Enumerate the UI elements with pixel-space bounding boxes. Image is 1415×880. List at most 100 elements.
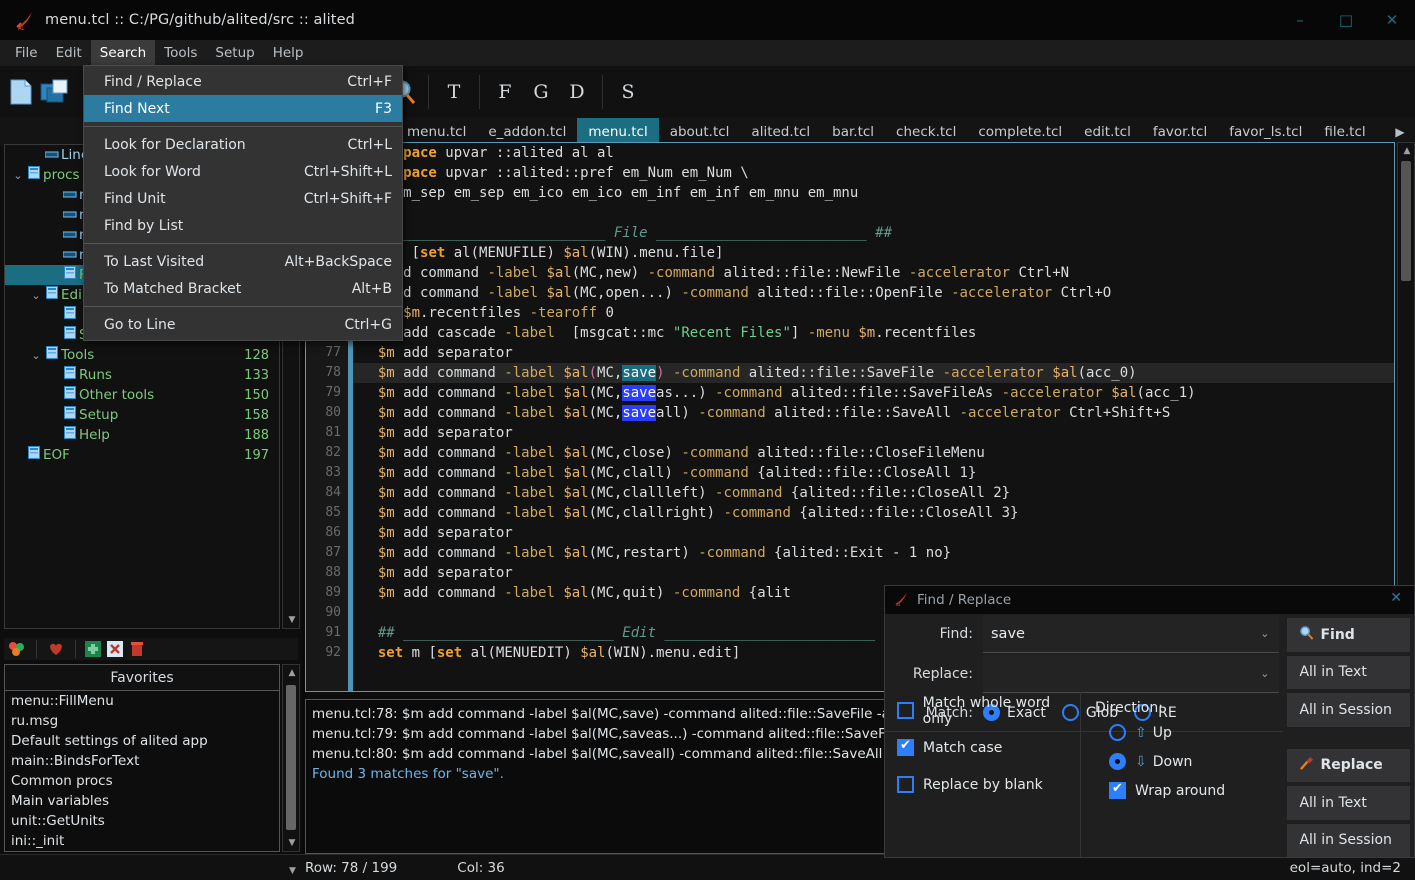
favorite-item[interactable]: Common procs: [5, 771, 279, 791]
tree-row[interactable]: ⌄Tools128: [5, 345, 279, 365]
favorite-item[interactable]: unit::GetUnits: [5, 811, 279, 831]
maximize-button[interactable]: □: [1323, 0, 1369, 40]
code-line[interactable]: [353, 203, 1394, 223]
favorite-item[interactable]: Default settings of alited app: [5, 731, 279, 751]
tree-row[interactable]: Other tools150: [5, 385, 279, 405]
code-line[interactable]: menu $m.recentfiles -tearoff 0: [353, 303, 1394, 323]
direction-radio[interactable]: [1109, 724, 1126, 741]
direction-radio[interactable]: [1109, 753, 1126, 770]
code-line[interactable]: $m add command -label $al(MC,saveall) -c…: [353, 403, 1394, 423]
code-line[interactable]: $m add separator: [353, 343, 1394, 363]
code-line[interactable]: namespace upvar ::alited::pref em_Num em…: [353, 163, 1394, 183]
toolbar-letter-f[interactable]: F: [487, 81, 523, 103]
favorites-scrollbar[interactable]: ▲ ▼: [282, 664, 300, 852]
menu-item[interactable]: Go to LineCtrl+G: [84, 311, 402, 338]
menu-item[interactable]: Find / ReplaceCtrl+F: [84, 68, 402, 95]
code-line[interactable]: $m add separator: [353, 523, 1394, 543]
replace-input[interactable]: ⌄: [983, 655, 1279, 693]
find-dialog-button[interactable]: All in Session: [1287, 824, 1410, 858]
wrap-around-checkbox[interactable]: [1109, 782, 1126, 799]
wrap-around-row[interactable]: Wrap around: [1095, 776, 1283, 805]
delete-icon[interactable]: [104, 639, 126, 659]
favorites-scroll-up-icon[interactable]: ▲: [283, 665, 301, 681]
favorite-item[interactable]: ru.msg: [5, 711, 279, 731]
chevron-down-icon[interactable]: ⌄: [29, 289, 43, 302]
menu-item[interactable]: Find by List: [84, 212, 402, 239]
add-icon[interactable]: [82, 639, 104, 659]
direction-option-row[interactable]: ⇩Down: [1095, 747, 1283, 776]
favorite-item[interactable]: menu::FillMenu: [5, 691, 279, 711]
code-line[interactable]: $m add command -label $al(MC,clallleft) …: [353, 483, 1394, 503]
tree-row[interactable]: Runs133: [5, 365, 279, 385]
favorites-scroll-thumb[interactable]: [286, 685, 296, 830]
find-option-checkbox[interactable]: [897, 776, 914, 793]
code-line[interactable]: namespace upvar ::alited al al: [353, 143, 1394, 163]
favorite-item[interactable]: main::BindsForText: [5, 751, 279, 771]
code-line[interactable]: $m add command -label $al(MC,close) -com…: [353, 443, 1394, 463]
code-line[interactable]: $m add command -label $al(MC,clall) -com…: [353, 463, 1394, 483]
menu-edit[interactable]: Edit: [47, 40, 91, 66]
code-line[interactable]: $m add cascade -label [msgcat::mc "Recen…: [353, 323, 1394, 343]
search-dropdown-menu[interactable]: Find / ReplaceCtrl+FFind NextF3Look for …: [83, 65, 403, 341]
code-line[interactable]: set m [set al(MENUFILE) $al(WIN).menu.fi…: [353, 243, 1394, 263]
code-line[interactable]: $m add command -label $al(MC,saveas...) …: [353, 383, 1394, 403]
menu-item[interactable]: To Last VisitedAlt+BackSpace: [84, 248, 402, 275]
find-dialog-button[interactable]: All in Session: [1287, 693, 1410, 727]
code-line[interactable]: $m add command -label $al(MC,open...) -c…: [353, 283, 1394, 303]
toolbar-letter-s[interactable]: S: [610, 81, 646, 103]
menu-item[interactable]: To Matched BracketAlt+B: [84, 275, 402, 302]
code-line[interactable]: em_sep em_sep em_ico em_ico em_inf em_in…: [353, 183, 1394, 203]
find-dialog-button[interactable]: All in Text: [1287, 656, 1410, 690]
menu-item[interactable]: Find UnitCtrl+Shift+F: [84, 185, 402, 212]
menu-help[interactable]: Help: [264, 40, 313, 66]
code-line[interactable]: # _________________________ File _______…: [353, 223, 1394, 243]
tree-row[interactable]: Help188: [5, 425, 279, 445]
code-line[interactable]: $m add command -label $al(MC,save) -comm…: [353, 363, 1394, 383]
favorites-panel[interactable]: Favorites menu::FillMenuru.msgDefault se…: [4, 664, 280, 852]
clone-file-icon[interactable]: [38, 72, 72, 112]
clear-all-icon[interactable]: [126, 639, 148, 659]
find-dialog-button[interactable]: All in Text: [1287, 786, 1410, 820]
menu-search[interactable]: Search: [91, 40, 155, 66]
new-file-icon[interactable]: [4, 72, 38, 112]
toolbar-letter-d[interactable]: D: [559, 81, 595, 103]
minimize-button[interactable]: –: [1277, 0, 1323, 40]
find-option-row[interactable]: Match case: [885, 729, 1080, 766]
chevron-down-icon[interactable]: ⌄: [11, 169, 25, 182]
tree-row[interactable]: Setup158: [5, 405, 279, 425]
find-option-row[interactable]: Match whole word only: [885, 692, 1080, 729]
find-dialog-close-icon[interactable]: ✕: [1390, 590, 1402, 606]
find-input[interactable]: save ⌄: [983, 615, 1279, 653]
find-dialog-button[interactable]: Find: [1287, 618, 1410, 652]
favorite-item[interactable]: Main variables: [5, 791, 279, 811]
find-replace-dialog[interactable]: AL Find / Replace ✕ Find: save ⌄ Replace…: [884, 585, 1415, 858]
tree-scroll-down-icon[interactable]: ▼: [283, 612, 301, 628]
tree-row[interactable]: EOF197: [5, 445, 279, 465]
heart-icon[interactable]: [43, 639, 69, 659]
menu-tools[interactable]: Tools: [155, 40, 206, 66]
code-line[interactable]: $m add command -label $al(MC,new) -comma…: [353, 263, 1394, 283]
menu-setup[interactable]: Setup: [206, 40, 263, 66]
find-option-checkbox[interactable]: [897, 702, 914, 719]
editor-scroll-thumb[interactable]: [1401, 161, 1411, 281]
menu-item[interactable]: Look for WordCtrl+Shift+L: [84, 158, 402, 185]
direction-option-row[interactable]: ⇧Up: [1095, 718, 1283, 747]
chevron-down-icon[interactable]: ⌄: [1260, 627, 1269, 640]
chevron-down-icon[interactable]: ⌄: [29, 349, 43, 362]
find-dialog-button[interactable]: Replace: [1287, 749, 1410, 783]
find-option-checkbox[interactable]: [897, 739, 914, 756]
code-line[interactable]: $m add separator: [353, 423, 1394, 443]
code-line[interactable]: $m add command -label $al(MC,clallright)…: [353, 503, 1394, 523]
menu-item[interactable]: Look for DeclarationCtrl+L: [84, 131, 402, 158]
close-button[interactable]: ✕: [1369, 0, 1415, 40]
chevron-down-icon[interactable]: ⌄: [1260, 667, 1269, 680]
favorites-tree-icon[interactable]: [4, 639, 30, 659]
toolbar-letter-t[interactable]: T: [436, 81, 472, 103]
find-option-row[interactable]: Replace by blank: [885, 766, 1080, 803]
menu-file[interactable]: File: [6, 40, 47, 66]
favorite-item[interactable]: ini::_init: [5, 831, 279, 851]
editor-scroll-up-icon[interactable]: ▲: [1398, 143, 1415, 159]
toolbar-letter-g[interactable]: G: [523, 81, 559, 103]
code-line[interactable]: $m add separator: [353, 563, 1394, 583]
status-collapse-icon[interactable]: ▼: [289, 866, 296, 876]
